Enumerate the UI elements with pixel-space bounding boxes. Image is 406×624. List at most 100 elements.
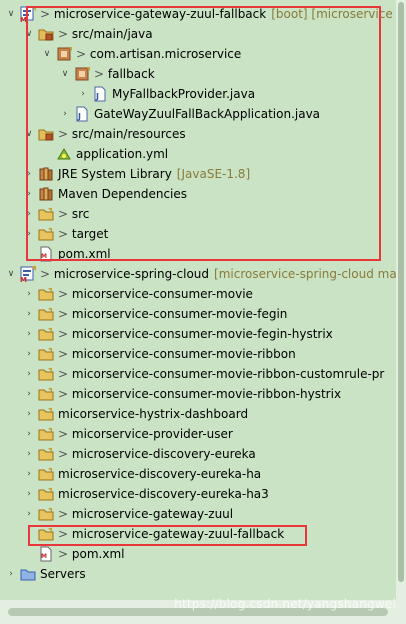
svg-text:M: M xyxy=(20,276,27,284)
expand-chevron-icon[interactable]: › xyxy=(78,84,88,104)
expand-chevron-icon[interactable]: › xyxy=(24,164,34,184)
tree-item-label: > micorservice-consumer-movie-fegin-hyst… xyxy=(58,324,333,344)
expand-chevron-icon[interactable]: › xyxy=(60,104,70,124)
tree-item-label: > src/main/java xyxy=(58,24,153,44)
collapse-chevron-icon[interactable]: ∨ xyxy=(6,264,16,284)
tree-item-name: pom.xml xyxy=(58,247,111,261)
folder-icon xyxy=(38,488,54,501)
tree-item[interactable]: application.yml xyxy=(0,144,396,164)
tree-item-label: > micorservice-consumer-movie xyxy=(58,284,253,304)
tree-item[interactable]: › Servers xyxy=(0,564,396,584)
tree-item[interactable]: ∨ > com.artisan.microservice xyxy=(0,44,396,64)
expand-chevron-icon[interactable]: › xyxy=(24,404,34,424)
collapse-chevron-icon[interactable]: ∨ xyxy=(6,4,16,24)
tree-item[interactable]: › > micorservice-consumer-movie-fegin xyxy=(0,304,396,324)
git-change-decorator: > xyxy=(58,227,72,241)
tree-item[interactable]: ∨ M > microservice-gateway-zuul-fallback [b… xyxy=(0,4,396,24)
tree-item-name: micorservice-consumer-movie xyxy=(71,287,253,301)
tree-item[interactable]: › > microservice-gateway-zuul-fallback xyxy=(0,524,396,544)
tree-item[interactable]: › micorservice-hystrix-dashboard xyxy=(0,404,396,424)
tree-item[interactable]: › > micorservice-provider-user xyxy=(0,424,396,444)
tree-item-annotation: [JavaSE-1.8] xyxy=(176,167,251,181)
package-icon xyxy=(75,67,90,81)
tree-item[interactable]: › > micorservice-consumer-movie-ribbon xyxy=(0,344,396,364)
tree-item[interactable]: › > micorservice-consumer-movie-ribbon-hy… xyxy=(0,384,396,404)
tree-item-label: > fallback xyxy=(94,64,155,84)
tree-item-name: microservice-gateway-zuul xyxy=(71,507,234,521)
collapse-chevron-icon[interactable]: ∨ xyxy=(24,24,34,44)
java-file-icon: J xyxy=(76,106,88,122)
tree-item-label: > com.artisan.microservice xyxy=(76,44,241,64)
tree-item[interactable]: ∨ M > microservice-spring-cloud [microservi… xyxy=(0,264,396,284)
expand-chevron-icon[interactable]: › xyxy=(24,504,34,524)
git-change-decorator: > xyxy=(58,127,72,141)
expand-chevron-icon[interactable]: › xyxy=(24,324,34,344)
git-change-decorator: > xyxy=(40,267,54,281)
expand-chevron-icon[interactable]: › xyxy=(24,364,34,384)
expand-chevron-icon[interactable]: › xyxy=(24,464,34,484)
tree-item-name: src/main/java xyxy=(71,27,153,41)
svg-text:M: M xyxy=(20,16,27,24)
tree-item[interactable]: ∨ > fallback xyxy=(0,64,396,84)
collapse-chevron-icon[interactable]: ∨ xyxy=(42,44,52,64)
tree-item[interactable]: › J MyFallbackProvider.java xyxy=(0,84,396,104)
tree-item-name: microservice-discovery-eureka xyxy=(71,447,256,461)
vertical-scrollbar-thumb[interactable] xyxy=(398,2,404,582)
folder-icon xyxy=(38,208,54,221)
tree-item[interactable]: › microservice-discovery-eureka-ha3 xyxy=(0,484,396,504)
svg-text:J: J xyxy=(95,92,99,101)
tree-item-name: microservice-gateway-zuul-fallback xyxy=(71,527,285,541)
servers-folder-icon xyxy=(20,569,36,581)
expand-chevron-icon[interactable]: › xyxy=(24,204,34,224)
tree-item-label: micorservice-hystrix-dashboard xyxy=(58,404,248,424)
collapse-chevron-icon[interactable]: ∨ xyxy=(60,64,70,84)
folder-icon xyxy=(38,288,54,301)
tree-item-label: > src/main/resources xyxy=(58,124,186,144)
tree-item[interactable]: › > microservice-gateway-zuul xyxy=(0,504,396,524)
expand-chevron-icon[interactable]: › xyxy=(24,444,34,464)
expand-chevron-icon[interactable]: › xyxy=(24,184,34,204)
svg-text:M: M xyxy=(41,553,47,560)
tree-item[interactable]: › > micorservice-consumer-movie xyxy=(0,284,396,304)
tree-item[interactable]: › > micorservice-consumer-movie-ribbon-cu… xyxy=(0,364,396,384)
tree-item[interactable]: › > microservice-discovery-eureka xyxy=(0,444,396,464)
tree-item[interactable]: M > pom.xml xyxy=(0,544,396,564)
collapse-chevron-icon[interactable]: ∨ xyxy=(24,124,34,144)
expand-chevron-icon[interactable]: › xyxy=(24,344,34,364)
tree-item[interactable]: › > target xyxy=(0,224,396,244)
tree-item[interactable]: › > src xyxy=(0,204,396,224)
tree-item-label: > microservice-gateway-zuul xyxy=(58,504,233,524)
git-change-decorator: > xyxy=(58,347,72,361)
tree-item-name: application.yml xyxy=(76,147,169,161)
expand-chevron-icon[interactable]: › xyxy=(24,284,34,304)
git-change-decorator: > xyxy=(76,47,90,61)
expand-chevron-icon[interactable]: › xyxy=(6,564,16,584)
tree-item[interactable]: › J GateWayZuulFallBackApplication.java xyxy=(0,104,396,124)
tree-item[interactable]: ∨ > src/main/resources xyxy=(0,124,396,144)
tree-item-name: target xyxy=(71,227,109,241)
tree-item[interactable]: › > micorservice-consumer-movie-fegin-hys… xyxy=(0,324,396,344)
expand-chevron-icon[interactable]: › xyxy=(24,224,34,244)
folder-icon xyxy=(38,408,54,421)
tree-item-label: application.yml xyxy=(76,144,168,164)
expand-chevron-icon[interactable]: › xyxy=(24,424,34,444)
expand-chevron-icon[interactable]: › xyxy=(24,484,34,504)
watermark: https://blog.csdn.net/yangshangwei xyxy=(174,597,396,611)
tree-item[interactable]: › Maven Dependencies xyxy=(0,184,396,204)
tree-item[interactable]: › microservice-discovery-eureka-ha xyxy=(0,464,396,484)
vertical-scrollbar[interactable] xyxy=(396,0,406,600)
expand-chevron-icon[interactable]: › xyxy=(24,384,34,404)
tree-item[interactable]: › JRE System Library [JavaSE-1.8] xyxy=(0,164,396,184)
tree-item-label: > pom.xml xyxy=(58,544,124,564)
tree-item[interactable]: Mpom.xml xyxy=(0,244,396,264)
tree-item-name: fallback xyxy=(107,67,155,81)
tree-item-label: Servers xyxy=(40,564,86,584)
expand-chevron-icon[interactable]: › xyxy=(24,304,34,324)
tree-item-name: microservice-discovery-eureka-ha xyxy=(58,467,262,481)
expand-chevron-icon[interactable]: › xyxy=(24,524,34,544)
folder-icon xyxy=(38,428,54,441)
yaml-file-icon xyxy=(57,148,71,160)
tree-item-name: microservice-gateway-zuul-fallback xyxy=(53,7,267,21)
tree-item[interactable]: ∨ > src/main/java xyxy=(0,24,396,44)
tree-item-label: GateWayZuulFallBackApplication.java xyxy=(94,104,320,124)
